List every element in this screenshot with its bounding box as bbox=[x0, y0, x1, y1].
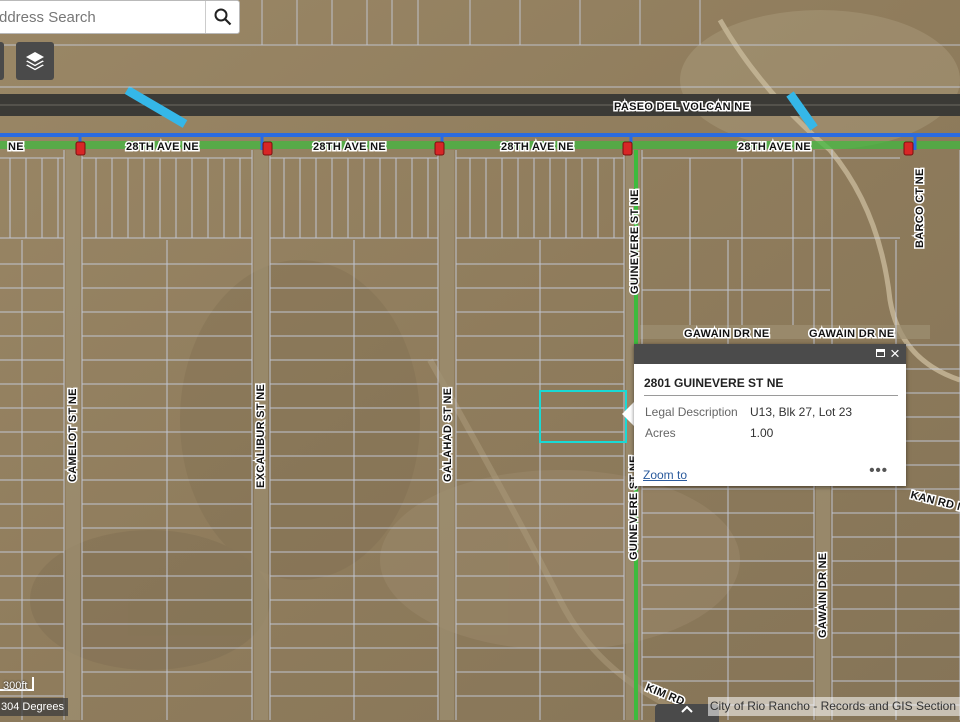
label-camelot: CAMELOT ST NE bbox=[67, 388, 79, 482]
scale-label: 300ft bbox=[3, 680, 28, 692]
attribution: City of Rio Rancho - Records and GIS Sec… bbox=[707, 697, 960, 716]
hydrant-icon[interactable] bbox=[75, 141, 86, 156]
label-gawain-s: GAWAIN DR NE bbox=[817, 553, 829, 639]
hydrant-icon[interactable] bbox=[622, 141, 633, 156]
heading-readout: 304 Degrees bbox=[0, 698, 68, 716]
attribute-name: Legal Description bbox=[645, 405, 738, 419]
collapsed-widget-button[interactable] bbox=[0, 42, 4, 80]
search-icon bbox=[214, 8, 231, 26]
search-button[interactable] bbox=[205, 1, 239, 33]
label-gawain-dr-2: GAWAIN DR NE bbox=[809, 328, 895, 340]
label-barco: BARCO CT NE bbox=[914, 168, 926, 248]
label-28th-1: 28TH AVE NE bbox=[126, 141, 199, 153]
hydrant-icon[interactable] bbox=[903, 141, 914, 156]
layers-button[interactable] bbox=[16, 42, 54, 80]
zoom-to-link[interactable]: Zoom to bbox=[643, 468, 687, 482]
popup-divider bbox=[644, 395, 898, 396]
label-gawain-dr-1: GAWAIN DR NE bbox=[684, 328, 770, 340]
layers-icon bbox=[26, 52, 44, 71]
label-excalibur: EXCALIBUR ST NE bbox=[255, 384, 267, 488]
attribute-name: Acres bbox=[645, 426, 676, 440]
attribute-value: U13, Blk 27, Lot 23 bbox=[750, 405, 853, 419]
feature-popup: × 2801 GUINEVERE ST NE Legal Description… bbox=[634, 344, 906, 486]
label-galahad: GALAHAD ST NE bbox=[442, 388, 454, 482]
label-28th-3: 28TH AVE NE bbox=[501, 141, 574, 153]
popup-header: × bbox=[634, 344, 906, 364]
address-search bbox=[0, 0, 240, 34]
maximize-icon[interactable] bbox=[876, 349, 885, 357]
hydrant-icon[interactable] bbox=[434, 141, 445, 156]
popup-pointer bbox=[622, 402, 634, 426]
label-28th-0: NE bbox=[8, 141, 24, 153]
attribute-value: 1.00 bbox=[750, 426, 774, 440]
label-28th-2: 28TH AVE NE bbox=[313, 141, 386, 153]
more-actions-button[interactable]: ••• bbox=[869, 462, 888, 479]
label-28th-4: 28TH AVE NE bbox=[738, 141, 811, 153]
hydrant-icon[interactable] bbox=[262, 141, 273, 156]
label-guinevere-n: GUINEVERE ST NE bbox=[629, 189, 641, 294]
highway-label: PASEO DEL VOLCAN NE bbox=[614, 101, 750, 113]
popup-title: 2801 GUINEVERE ST NE bbox=[644, 376, 784, 390]
chevron-up-icon bbox=[681, 705, 693, 713]
close-icon[interactable]: × bbox=[887, 344, 903, 364]
search-input[interactable] bbox=[0, 1, 205, 33]
